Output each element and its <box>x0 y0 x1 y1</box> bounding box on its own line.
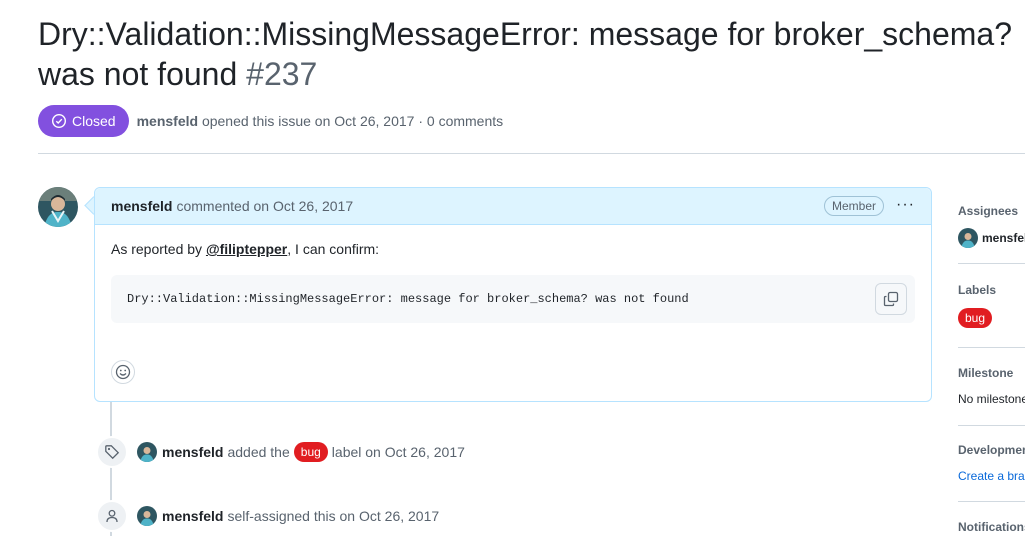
issue-author-link[interactable]: mensfeld <box>137 113 198 129</box>
issue-sidebar: Assignees mensfeld Labels bug Milestone … <box>958 187 1025 536</box>
sidebar-divider <box>958 501 1025 502</box>
smiley-icon <box>115 364 131 380</box>
event-actor[interactable]: mensfeld <box>162 444 223 460</box>
user-mention[interactable]: @filiptepper <box>206 241 287 257</box>
issue-meta: mensfeld opened this issue on Oct 26, 20… <box>137 113 504 129</box>
comment-text-suffix: , I can confirm: <box>287 241 380 257</box>
assignees-heading[interactable]: Assignees <box>958 204 1025 218</box>
tag-icon <box>96 436 128 468</box>
sidebar-development: Development Create a branch <box>958 443 1025 483</box>
assignee-avatar <box>958 228 978 248</box>
assignee-name[interactable]: mensfeld <box>982 231 1025 245</box>
sidebar-bug-label[interactable]: bug <box>958 308 993 328</box>
comment-date[interactable]: commented on Oct 26, 2017 <box>176 198 353 214</box>
copy-button[interactable] <box>875 283 907 315</box>
assignee-row[interactable]: mensfeld <box>958 228 1025 248</box>
code-text: Dry::Validation::MissingMessageError: me… <box>127 292 689 306</box>
closed-state-badge: Closed <box>38 105 129 137</box>
labels-heading[interactable]: Labels <box>958 283 1025 297</box>
event-text-before: added the <box>227 444 290 460</box>
sidebar-milestone: Milestone No milestone <box>958 366 1025 406</box>
meta-separator: · <box>418 113 423 129</box>
sidebar-labels: Labels bug <box>958 283 1025 328</box>
milestone-heading[interactable]: Milestone <box>958 366 1025 380</box>
event-actor-avatar[interactable] <box>137 506 157 526</box>
timeline-event-labeled: mensfeld added the bug label on Oct 26, … <box>96 436 465 468</box>
milestone-value: No milestone <box>958 392 1025 406</box>
member-role-badge: Member <box>823 196 884 216</box>
sidebar-assignees: Assignees mensfeld <box>958 204 1025 248</box>
sidebar-divider <box>958 347 1025 348</box>
sidebar-divider <box>958 425 1025 426</box>
issue-title: Dry::Validation::MissingMessageError: me… <box>38 14 1025 94</box>
event-text-after: label on Oct 26, 2017 <box>331 444 465 460</box>
code-block: Dry::Validation::MissingMessageError: me… <box>111 275 915 323</box>
comment-text: As reported by @filiptepper, I can confi… <box>111 241 915 257</box>
issue-closed-icon <box>51 113 67 129</box>
sidebar-notifications: Notifications <box>958 520 1025 534</box>
comment-header: mensfeld commented on Oct 26, 2017 Membe… <box>95 188 931 225</box>
copy-icon <box>883 291 899 307</box>
notifications-heading: Notifications <box>958 520 1025 534</box>
closed-state-label: Closed <box>72 113 116 129</box>
issue-comment: mensfeld commented on Oct 26, 2017 Membe… <box>94 187 932 402</box>
create-branch-link[interactable]: Create a branch <box>958 469 1025 483</box>
comments-count: 0 comments <box>426 113 504 129</box>
comment-text-prefix: As reported by <box>111 241 206 257</box>
more-options-icon[interactable]: ··· <box>896 196 915 214</box>
issue-title-text: Dry::Validation::MissingMessageError: me… <box>38 16 1013 92</box>
issue-opened-text: opened this issue on Oct 26, 2017 <box>201 113 415 129</box>
sidebar-divider <box>958 263 1025 264</box>
timeline-event-assigned: mensfeld self-assigned this on Oct 26, 2… <box>96 500 439 532</box>
event-actor-avatar[interactable] <box>137 442 157 462</box>
bug-label[interactable]: bug <box>293 442 328 462</box>
comment-author-avatar[interactable] <box>38 187 78 227</box>
event-actor[interactable]: mensfeld <box>162 508 223 524</box>
add-reaction-button[interactable] <box>111 360 135 384</box>
issue-status-row: Closed mensfeld opened this issue on Oct… <box>38 105 503 137</box>
comment-body: As reported by @filiptepper, I can confi… <box>95 225 931 339</box>
event-text: self-assigned this on Oct 26, 2017 <box>227 508 440 524</box>
comment-author[interactable]: mensfeld <box>111 198 172 214</box>
person-icon <box>96 500 128 532</box>
development-heading[interactable]: Development <box>958 443 1025 457</box>
header-divider <box>38 153 1025 154</box>
issue-number: #237 <box>246 56 318 92</box>
